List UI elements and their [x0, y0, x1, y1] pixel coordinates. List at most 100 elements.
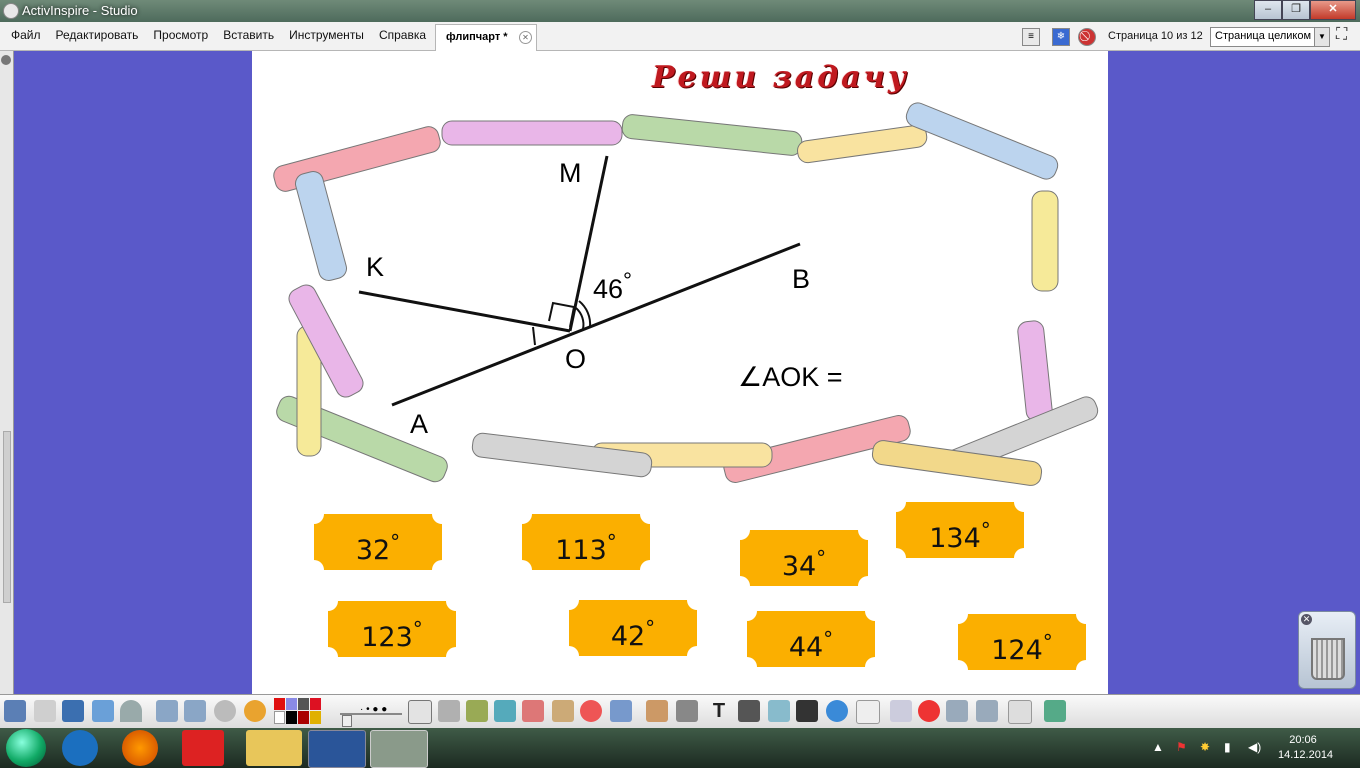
web-browser-icon[interactable]	[826, 700, 848, 722]
pin-icon[interactable]	[1, 55, 11, 65]
browser-toggle-icon[interactable]	[4, 700, 26, 722]
protractor-icon[interactable]	[120, 700, 142, 722]
page-notes-icon[interactable]: ≡	[1022, 28, 1040, 46]
minimize-button[interactable]: ‒	[1254, 0, 1282, 20]
tab-flipchart[interactable]: флипчарт * ✕	[435, 24, 537, 51]
customize-toolbar-icon[interactable]	[1044, 700, 1066, 722]
answer-card-123[interactable]: 123°	[328, 601, 456, 657]
snowflake-icon[interactable]: ❄	[1052, 28, 1070, 46]
grid-icon[interactable]	[738, 700, 760, 722]
menu-view[interactable]: Просмотр	[146, 22, 216, 42]
label-point-m: M	[559, 158, 582, 188]
settings-tools-icon[interactable]	[92, 700, 114, 722]
resource-library-icon[interactable]	[646, 700, 668, 722]
page-notes-toolbar-icon[interactable]	[1008, 700, 1032, 724]
activinspire-app-icon	[3, 3, 19, 19]
pen-width-slider[interactable]: · • ● ●	[340, 703, 402, 727]
connector-icon[interactable]	[610, 700, 632, 722]
chevron-down-icon[interactable]: ▼	[1314, 28, 1329, 46]
text-icon[interactable]: T	[708, 700, 730, 722]
undo-icon[interactable]	[946, 700, 968, 722]
slider-handle[interactable]	[342, 715, 352, 727]
play-icon[interactable]	[214, 700, 236, 722]
menu-tools[interactable]: Инструменты	[282, 22, 372, 42]
menu-file[interactable]: Файл	[4, 22, 49, 42]
previous-page-icon[interactable]	[156, 700, 178, 722]
eraser-icon[interactable]	[522, 700, 544, 722]
main-menu: Файл Редактировать Просмотр Вставить Инс…	[4, 22, 434, 42]
flipchart-page: Реши задачу M K B O A 46° ∠AOK = 32° 113…	[252, 51, 1108, 694]
no-entry-icon[interactable]: ⃠	[1078, 28, 1096, 46]
angle-arc-inner	[575, 307, 585, 330]
color-swatch-yellow[interactable]	[310, 710, 321, 724]
answer-value: 44°	[788, 627, 834, 663]
menu-bar: Файл Редактировать Просмотр Вставить Инс…	[0, 22, 1360, 51]
word-icon[interactable]	[308, 730, 366, 768]
answer-card-124[interactable]: 124°	[958, 614, 1086, 670]
answer-card-44[interactable]: 44°	[747, 611, 875, 667]
answer-card-32[interactable]: 32°	[314, 514, 442, 570]
file-explorer-icon[interactable]	[246, 730, 302, 766]
color-swatch-maroon[interactable]	[298, 710, 309, 724]
media-icon[interactable]	[676, 700, 698, 722]
tab-close-icon[interactable]: ✕	[519, 31, 532, 44]
scrollbar[interactable]	[3, 431, 11, 603]
redo-icon[interactable]	[976, 700, 998, 722]
answer-card-134[interactable]: 134°	[896, 502, 1024, 558]
main-toolbar: · • ● ● T	[0, 694, 1360, 729]
color-swatch-gray[interactable]	[298, 698, 309, 710]
network-icon[interactable]: ✸	[1200, 740, 1210, 754]
fill-icon[interactable]	[552, 700, 574, 722]
color-swatch-blue[interactable]	[286, 698, 297, 710]
mail-app-icon[interactable]	[62, 730, 98, 766]
firefox-icon[interactable]	[122, 730, 158, 766]
handwriting-icon[interactable]	[768, 700, 790, 722]
answer-value: 113°	[555, 530, 617, 566]
menu-insert[interactable]: Вставить	[216, 22, 282, 42]
highlighter-icon[interactable]	[494, 700, 516, 722]
hourglass-icon[interactable]	[890, 700, 912, 722]
activinspire-taskbar-icon[interactable]	[370, 730, 428, 768]
globe-icon[interactable]	[244, 700, 266, 722]
color-palette[interactable]	[274, 698, 322, 724]
menu-help[interactable]: Справка	[372, 22, 434, 42]
page-indicator: Страница 10 из 12	[1108, 30, 1203, 42]
tab-flipchart-label: флипчарт *	[446, 31, 508, 43]
color-swatch-red[interactable]	[274, 698, 285, 710]
answer-value: 34°	[781, 546, 827, 582]
start-button[interactable]	[6, 729, 46, 767]
question-expression: ∠AOK =	[738, 362, 843, 392]
color-swatch-white[interactable]	[274, 710, 285, 724]
next-page-icon[interactable]	[184, 700, 206, 722]
reset-page-icon[interactable]	[918, 700, 940, 722]
pen-icon[interactable]	[466, 700, 488, 722]
answer-value: 42°	[610, 616, 656, 652]
answer-card-34[interactable]: 34°	[740, 530, 868, 586]
power-icon[interactable]: ▮	[1224, 740, 1231, 754]
ray-ok	[358, 290, 571, 333]
volume-icon[interactable]: ◀)	[1248, 740, 1261, 754]
spelling-icon[interactable]	[856, 700, 880, 724]
tools-icon[interactable]	[438, 700, 460, 722]
tray-expand-icon[interactable]: ▲	[1152, 740, 1164, 754]
keyboard-icon[interactable]	[796, 700, 818, 722]
trash-bin-panel[interactable]: ✕	[1298, 611, 1356, 689]
answer-card-113[interactable]: 113°	[522, 514, 650, 570]
color-swatch-black[interactable]	[286, 710, 297, 724]
close-icon[interactable]: ✕	[1301, 614, 1312, 625]
close-button[interactable]: ✕	[1310, 0, 1356, 20]
zoom-select[interactable]: Страница целиком ▼	[1210, 27, 1330, 47]
answer-card-42[interactable]: 42°	[569, 600, 697, 656]
clock[interactable]: 20:06 14.12.2014	[1278, 733, 1333, 763]
color-swatch-darkred[interactable]	[310, 698, 321, 710]
flag-icon[interactable]: ⚑	[1176, 740, 1187, 754]
fullscreen-icon[interactable]: ⛶	[1336, 26, 1347, 44]
new-page-icon[interactable]	[34, 700, 56, 722]
maximize-button[interactable]: ❐	[1282, 0, 1310, 20]
shape-icon[interactable]	[580, 700, 602, 722]
yandex-browser-icon[interactable]	[182, 730, 224, 766]
menu-edit[interactable]: Редактировать	[49, 22, 147, 42]
label-point-a: A	[410, 409, 429, 439]
chart-icon[interactable]	[62, 700, 84, 722]
select-arrow-icon[interactable]	[408, 700, 432, 724]
